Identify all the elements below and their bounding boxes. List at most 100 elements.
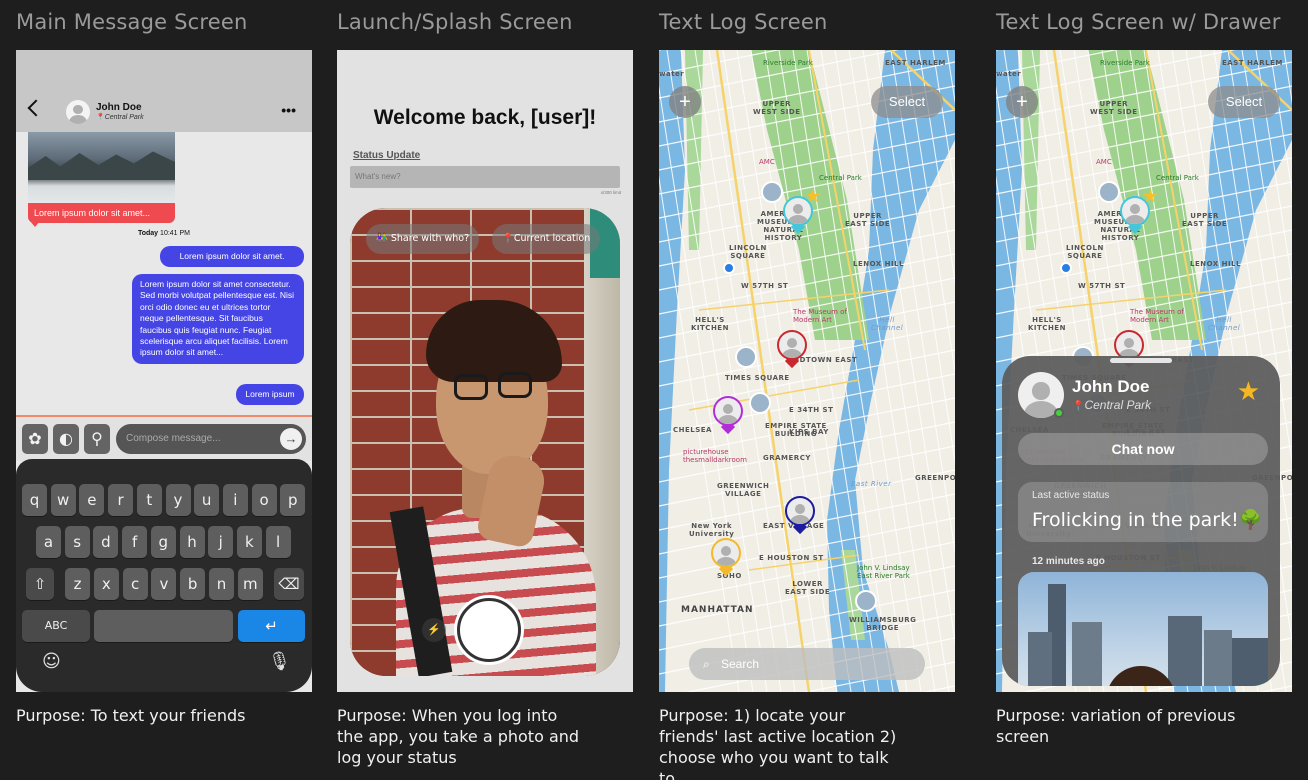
key-h[interactable]: h — [179, 526, 205, 558]
key-p[interactable]: p — [280, 484, 306, 516]
key-u[interactable]: u — [194, 484, 220, 516]
column-title-splash: Launch/Splash Screen — [337, 10, 573, 34]
place-label-nyu: New York University — [689, 522, 735, 538]
place-label-east-river: East River — [851, 480, 892, 488]
keyboard: qwertyuiop asdfghjkl zxcvbnm ⇧ ⌫ ABC ↵ ☺… — [16, 459, 312, 692]
key-x[interactable]: x — [93, 568, 119, 600]
place-label-channel: Hell Channel — [1208, 316, 1241, 332]
shutter-button[interactable] — [457, 598, 521, 662]
select-button[interactable]: Select — [1208, 86, 1280, 118]
friend-pin-red[interactable] — [777, 330, 807, 369]
last-status-label: Last active status — [1032, 490, 1110, 501]
back-chevron-icon[interactable] — [27, 99, 45, 117]
contact-location: 📍Central Park — [96, 114, 144, 121]
key-s[interactable]: s — [64, 526, 90, 558]
plus-icon[interactable]: + — [669, 86, 701, 118]
key-c[interactable]: c — [122, 568, 148, 600]
place-label-east-harlem: EAST HARLEM — [885, 59, 946, 67]
friend-pin-yellow[interactable] — [711, 538, 741, 577]
sent-message: Lorem ipsum dolor sit amet consectetur. … — [132, 274, 304, 364]
key-m[interactable]: m — [237, 568, 263, 600]
status-update-label: Status Update — [353, 150, 421, 161]
photo-marker[interactable] — [855, 590, 877, 612]
compose-input[interactable]: Compose message... → — [116, 424, 306, 454]
key-d[interactable]: d — [93, 526, 119, 558]
key-e[interactable]: e — [79, 484, 105, 516]
more-dots-icon[interactable]: ••• — [281, 102, 296, 118]
key-y[interactable]: y — [165, 484, 191, 516]
select-button[interactable]: Select — [871, 86, 943, 118]
flash-icon[interactable]: ⚡ — [422, 618, 446, 642]
drawer-handle[interactable] — [1110, 358, 1172, 363]
backspace-icon[interactable]: ⌫ — [274, 568, 304, 600]
photo-marker[interactable] — [749, 392, 771, 414]
place-label-amc: AMC — [1096, 158, 1112, 166]
contact-name: John Doe — [96, 102, 142, 113]
place-label-kips-bay: KIPS BAY — [789, 428, 829, 436]
plus-icon[interactable]: + — [1006, 86, 1038, 118]
photo-marker[interactable] — [1098, 181, 1120, 203]
chat-now-button[interactable]: Chat now — [1018, 433, 1268, 465]
key-q[interactable]: q — [22, 484, 47, 516]
place-label-hells-kitchen: HELL'S KITCHEN — [1028, 316, 1066, 332]
place-label-lenox-hill: LENOX HILL — [1190, 260, 1242, 268]
sent-message: Lorem ipsum dolor sit amet. — [160, 246, 304, 268]
share-with-button[interactable]: 👫 Share with who? — [366, 224, 480, 254]
key-i[interactable]: i — [222, 484, 248, 516]
key-l[interactable]: l — [265, 526, 291, 558]
key-f[interactable]: f — [122, 526, 148, 558]
chat-header: John Doe 📍Central Park ••• — [16, 50, 312, 132]
flower-icon[interactable]: ✿ — [22, 424, 48, 454]
current-location-button[interactable]: 📍Current location — [492, 224, 601, 254]
search-input[interactable]: ⌕ Search — [689, 648, 925, 680]
drawer-contact-name: John Doe — [1072, 377, 1150, 396]
place-label-lincoln-square: LINCOLN SQUARE — [729, 244, 767, 260]
status-photo[interactable] — [1018, 572, 1268, 686]
key-b[interactable]: b — [180, 568, 206, 600]
column-title-text-log: Text Log Screen — [659, 10, 828, 34]
key-v[interactable]: v — [151, 568, 177, 600]
location-pin-icon[interactable]: ⚲ — [84, 424, 110, 454]
mic-icon[interactable]: 🎙 — [268, 651, 291, 672]
column-title-text-log-drawer: Text Log Screen w/ Drawer — [996, 10, 1281, 34]
purpose-text-log: Purpose: 1) locate your friends' last ac… — [659, 706, 897, 780]
key-z[interactable]: z — [65, 568, 90, 600]
place-label-upper-east: UPPER EAST SIDE — [845, 212, 891, 228]
welcome-heading: Welcome back, [user]! — [373, 106, 597, 129]
star-icon[interactable]: ★ — [1237, 376, 1260, 407]
column-title-message: Main Message Screen — [16, 10, 248, 34]
message-screen: John Doe 📍Central Park ••• Lorem ipsum d… — [16, 50, 312, 692]
shift-icon[interactable]: ⇧ — [26, 568, 54, 600]
star-icon: ★ — [1142, 186, 1159, 206]
key-r[interactable]: r — [108, 484, 134, 516]
photo-marker[interactable] — [761, 181, 783, 203]
sticker-icon[interactable]: ◐ — [53, 424, 79, 454]
return-icon[interactable]: ↵ — [238, 610, 305, 642]
key-o[interactable]: o — [251, 484, 277, 516]
key-k[interactable]: k — [236, 526, 262, 558]
key-n[interactable]: n — [209, 568, 234, 600]
avatar[interactable] — [66, 100, 90, 124]
photo-marker[interactable] — [735, 346, 757, 368]
key-t[interactable]: t — [136, 484, 162, 516]
location-pin-icon: 📍 — [1072, 401, 1085, 412]
place-label-lower-east: LOWER EAST SIDE — [785, 580, 831, 596]
char-limit: x/300 limit — [600, 190, 621, 195]
abc-key[interactable]: ABC — [22, 610, 90, 642]
key-w[interactable]: w — [50, 484, 76, 516]
text-log-screen: water Riverside Park EAST HARLEM UPPER WEST… — [659, 50, 955, 692]
status-input[interactable]: What's new? — [350, 166, 620, 188]
send-arrow-icon[interactable]: → — [280, 428, 302, 450]
key-a[interactable]: a — [36, 526, 61, 558]
key-g[interactable]: g — [150, 526, 176, 558]
friend-pin-purple[interactable] — [713, 396, 743, 435]
splash-screen: Welcome back, [user]! Status Update What… — [337, 50, 633, 692]
place-label-central-park: Central Park — [1156, 174, 1199, 182]
emoji-icon[interactable]: ☺ — [42, 651, 61, 672]
space-key[interactable] — [94, 610, 233, 642]
place-label-water: water — [659, 70, 685, 78]
key-j[interactable]: j — [208, 526, 234, 558]
friend-pin-navy[interactable] — [785, 496, 815, 535]
camera-preview: 👫 Share with who? 📍Current location ⚡ — [350, 208, 620, 676]
current-location-dot — [723, 262, 735, 274]
